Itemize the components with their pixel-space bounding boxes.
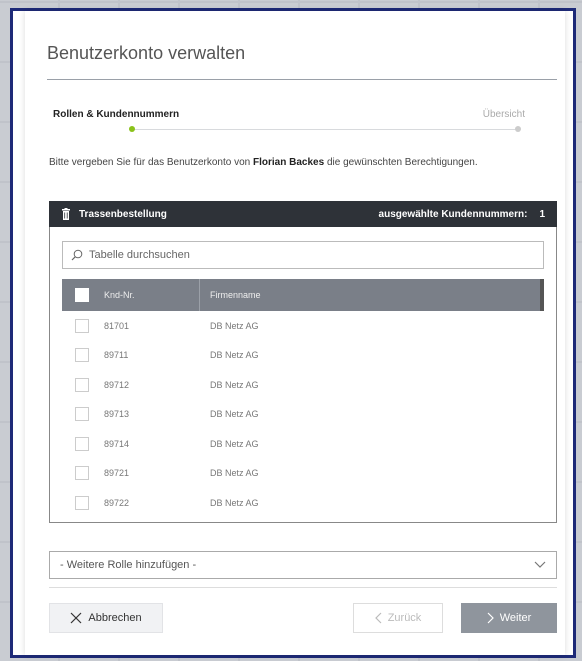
stepper-line: [133, 129, 519, 130]
stepper-dot-active: [129, 126, 135, 132]
stepper-dot-inactive: [515, 126, 521, 132]
cell-name: DB Netz AG: [210, 320, 259, 331]
column-header-knd[interactable]: Knd-Nr.: [102, 279, 200, 311]
cell-name: DB Netz AG: [210, 379, 259, 390]
row-checkbox[interactable]: [62, 318, 102, 333]
cell-knd: 89713: [104, 409, 130, 420]
table-row[interactable]: 89722 DB Netz AG: [62, 488, 542, 513]
cell-knd: 89714: [104, 438, 130, 449]
cell-knd: 89721: [104, 468, 130, 479]
cell-knd: 89712: [104, 379, 130, 390]
search-placeholder: Tabelle durchsuchen: [89, 249, 190, 261]
cancel-label: Abbrechen: [88, 612, 142, 624]
selected-count: 1: [539, 208, 545, 220]
cell-knd: 89711: [104, 350, 129, 361]
cell-name: DB Netz AG: [210, 497, 259, 508]
chevron-down-icon: [534, 561, 546, 568]
row-checkbox[interactable]: [62, 348, 102, 363]
screenshot-frame: Benutzerkonto verwalten Rollen & Kundenn…: [10, 8, 576, 658]
role-title: Trassenbestellung: [79, 208, 167, 220]
cell-knd: 81701: [104, 320, 130, 331]
table-body: 81701 DB Netz AG 89711 DB Netz AG 89712 …: [62, 311, 542, 513]
search-icon: [71, 249, 83, 261]
account-dialog: Benutzerkonto verwalten Rollen & Kundenn…: [25, 11, 565, 655]
table-row[interactable]: 89714 DB Netz AG: [62, 429, 542, 459]
table-row[interactable]: 81701 DB Netz AG: [62, 311, 542, 341]
row-checkbox[interactable]: [62, 436, 102, 451]
table-scrollbar[interactable]: [540, 279, 544, 311]
back-label: Zurück: [387, 612, 422, 624]
add-role-value: - Weitere Rolle hinzufügen -: [60, 559, 197, 571]
table-row[interactable]: 89713 DB Netz AG: [62, 400, 542, 430]
role-panel-body: Tabelle durchsuchen Knd-Nr. Firmenname 8…: [49, 227, 557, 523]
step-overview[interactable]: Übersicht: [483, 109, 525, 120]
intro-prefix: Bitte vergeben Sie für das Benutzerkonto…: [49, 157, 254, 168]
step-roles[interactable]: Rollen & Kundennummern: [53, 109, 179, 120]
trash-icon[interactable]: [61, 208, 71, 220]
intro-text: Bitte vergeben Sie für das Benutzerkonto…: [49, 157, 509, 169]
next-label: Weiter: [499, 612, 532, 624]
chevron-left-icon: [374, 612, 382, 624]
cancel-button[interactable]: Abbrechen: [49, 603, 163, 633]
column-header-name[interactable]: Firmenname: [200, 290, 261, 300]
selected-count-label: ausgewählte Kundennummern:: [378, 208, 528, 220]
row-checkbox[interactable]: [62, 466, 102, 481]
add-role-select[interactable]: - Weitere Rolle hinzufügen -: [49, 551, 557, 579]
role-panel-header: Trassenbestellung ausgewählte Kundennumm…: [49, 201, 557, 227]
dialog-title: Benutzerkonto verwalten: [47, 43, 246, 63]
chevron-right-icon: [487, 612, 494, 624]
intro-user: Florian Backes: [253, 157, 325, 168]
footer-divider: [49, 587, 557, 588]
close-icon: [70, 612, 82, 624]
next-button[interactable]: Weiter: [461, 603, 557, 633]
cell-name: DB Netz AG: [210, 409, 259, 420]
table-row[interactable]: 89711 DB Netz AG: [62, 341, 542, 371]
table-row[interactable]: 89721 DB Netz AG: [62, 459, 542, 489]
row-checkbox[interactable]: [62, 377, 102, 392]
row-checkbox[interactable]: [62, 407, 102, 422]
table-search-input[interactable]: Tabelle durchsuchen: [62, 241, 544, 269]
cell-name: DB Netz AG: [210, 468, 259, 479]
intro-suffix: die gewünschten Berechtigungen.: [324, 157, 478, 168]
table-header: Knd-Nr. Firmenname: [62, 279, 542, 311]
table-row[interactable]: 89712 DB Netz AG: [62, 370, 542, 400]
cell-knd: 89722: [104, 497, 130, 508]
cell-name: DB Netz AG: [210, 438, 259, 449]
title-divider: [47, 79, 557, 80]
back-button[interactable]: Zurück: [353, 603, 443, 633]
cell-name: DB Netz AG: [210, 350, 259, 361]
row-checkbox[interactable]: [62, 495, 102, 510]
select-all-checkbox[interactable]: [62, 288, 102, 302]
